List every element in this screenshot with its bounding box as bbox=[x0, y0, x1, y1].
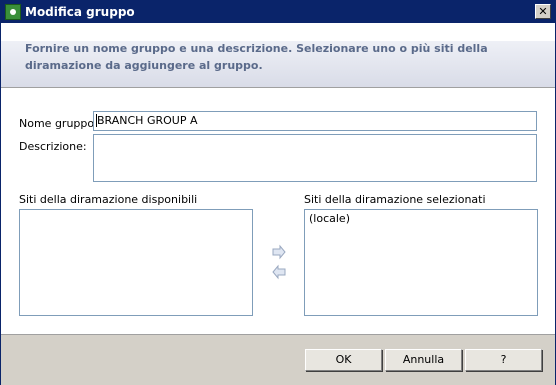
group-name-field[interactable]: BRANCH GROUP A bbox=[93, 111, 537, 131]
close-button[interactable]: ✕ bbox=[535, 4, 551, 19]
description-label: Descrizione: bbox=[19, 140, 87, 153]
selected-sites-list[interactable]: (locale) bbox=[304, 209, 538, 316]
description-field[interactable] bbox=[93, 134, 537, 182]
cancel-button[interactable]: Annulla bbox=[385, 349, 462, 371]
instruction-header: Fornire un nome gruppo e una descrizione… bbox=[1, 23, 555, 88]
app-icon bbox=[5, 4, 21, 20]
button-bar: OK Annulla ? bbox=[1, 334, 555, 385]
available-sites-list[interactable] bbox=[19, 209, 253, 316]
list-item[interactable]: (locale) bbox=[309, 212, 350, 225]
window-title: Modifica gruppo bbox=[25, 5, 135, 19]
group-name-label: Nome gruppo: bbox=[19, 117, 98, 130]
arrow-left-icon[interactable] bbox=[271, 264, 287, 280]
dialog-content: Nome gruppo: BRANCH GROUP A Descrizione:… bbox=[1, 88, 555, 334]
available-sites-label: Siti della diramazione disponibili bbox=[19, 193, 198, 206]
help-button[interactable]: ? bbox=[465, 349, 542, 371]
arrow-right-icon[interactable] bbox=[271, 244, 287, 260]
ok-button[interactable]: OK bbox=[305, 349, 382, 371]
group-name-value: BRANCH GROUP A bbox=[97, 114, 198, 127]
title-bar: Modifica gruppo ✕ bbox=[1, 1, 555, 23]
selected-sites-label: Siti della diramazione selezionati bbox=[304, 193, 486, 206]
dialog-window: Modifica gruppo ✕ Fornire un nome gruppo… bbox=[0, 0, 556, 385]
instruction-text: Fornire un nome gruppo e una descrizione… bbox=[25, 42, 488, 72]
